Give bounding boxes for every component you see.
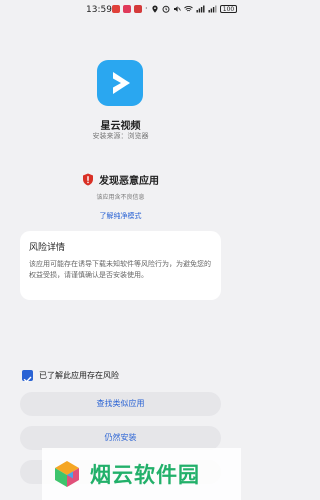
notification-icon: [123, 5, 131, 13]
status-bar: 13:59 · 100: [0, 0, 241, 22]
warning-header: 发现恶意应用: [0, 172, 241, 187]
learn-pure-mode-link[interactable]: 了解纯净模式: [0, 211, 241, 221]
status-icons: 100: [151, 5, 237, 13]
signal-icon: [208, 5, 217, 13]
play-icon: [113, 72, 130, 94]
check-icon: [23, 376, 32, 383]
warning-subtitle: 该应用含不良信息: [96, 194, 145, 201]
signal-icon: [196, 5, 205, 13]
battery-indicator: 100: [220, 5, 237, 13]
acknowledge-checkbox[interactable]: [22, 370, 33, 383]
find-similar-button[interactable]: 查找类似应用: [20, 392, 221, 416]
app-name: 星云视频: [100, 121, 141, 132]
notification-icon: [112, 5, 120, 13]
acknowledge-row[interactable]: 已了解此应用存在风险: [22, 370, 119, 383]
acknowledge-label: 已了解此应用存在风险: [39, 371, 119, 380]
risk-details-card: 风险详情 该应用可能存在诱导下载未知软件等风险行为，为避免您的权益受损，请谨慎确…: [20, 231, 221, 300]
danger-shield-icon: [83, 173, 93, 186]
status-time: 13:59: [86, 5, 112, 15]
more-dot-icon: ·: [145, 4, 148, 13]
wifi-icon: [184, 6, 193, 12]
watermark: 烟云软件园: [42, 448, 241, 500]
alarm-icon: [162, 5, 170, 13]
watermark-text: 烟云软件园: [90, 463, 200, 487]
notification-icons: ·: [112, 5, 148, 13]
location-icon: [152, 5, 158, 13]
install-anyway-button[interactable]: 仍然安装: [20, 426, 221, 450]
install-source: 安装来源：浏览器: [92, 132, 149, 140]
app-icon: [97, 60, 143, 106]
risk-title: 风险详情: [29, 243, 66, 253]
notification-icon: [134, 5, 142, 13]
risk-text: 该应用可能存在诱导下载未知软件等风险行为，为避免您的权益受损，请谨慎确认是否安装…: [29, 260, 211, 279]
watermark-logo-icon: [52, 459, 82, 489]
warning-title: 发现恶意应用: [99, 176, 159, 187]
mute-icon: [174, 6, 181, 12]
